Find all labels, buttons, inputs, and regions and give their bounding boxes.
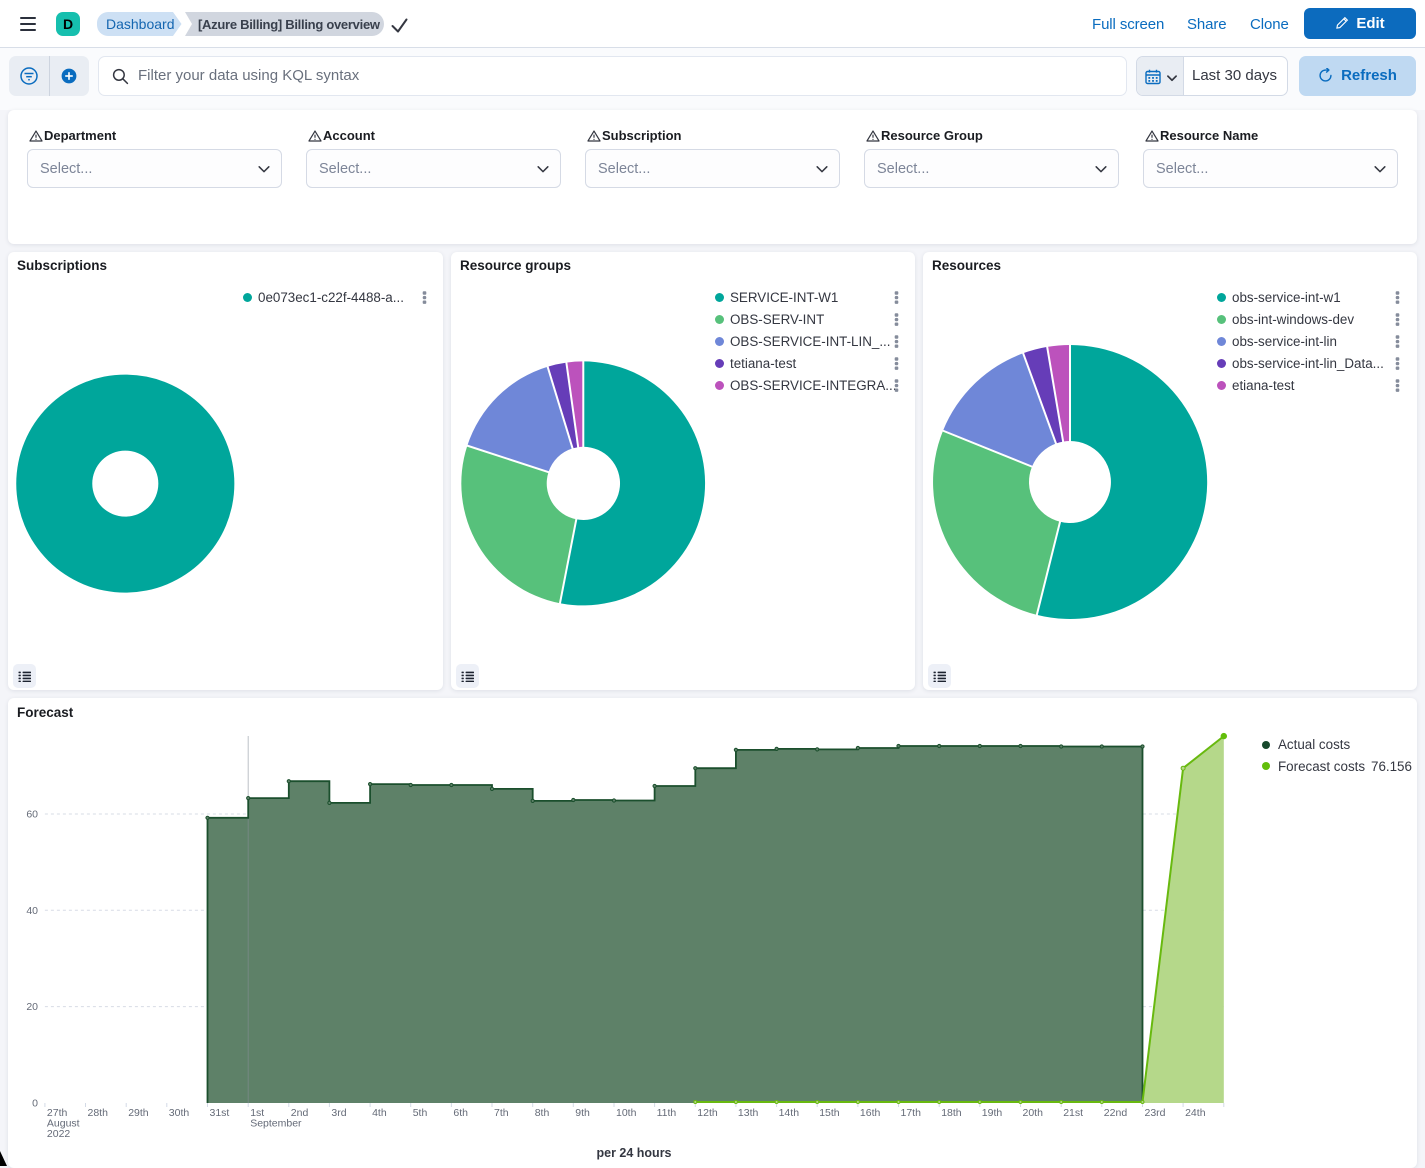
svg-text:40: 40 (26, 905, 38, 917)
svg-text:per 24 hours: per 24 hours (596, 1146, 671, 1160)
svg-text:24th: 24th (1185, 1107, 1206, 1119)
svg-text:30th: 30th (169, 1107, 190, 1119)
svg-text:September: September (250, 1118, 302, 1130)
svg-text:28th: 28th (88, 1107, 109, 1119)
svg-text:22nd: 22nd (1104, 1107, 1128, 1119)
svg-text:6th: 6th (453, 1107, 468, 1119)
svg-text:16th: 16th (860, 1107, 881, 1119)
svg-text:10th: 10th (616, 1107, 637, 1119)
svg-text:[Azure Billing] Billing overvi: [Azure Billing] Billing overview (198, 17, 381, 32)
svg-text:17th: 17th (901, 1107, 922, 1119)
svg-text:5th: 5th (413, 1107, 428, 1119)
svg-text:2022: 2022 (47, 1128, 71, 1140)
svg-text:9th: 9th (575, 1107, 590, 1119)
svg-text:0: 0 (32, 1098, 38, 1110)
svg-text:18th: 18th (941, 1107, 962, 1119)
svg-text:4th: 4th (372, 1107, 387, 1119)
svg-text:60: 60 (26, 809, 38, 821)
svg-text:29th: 29th (128, 1107, 149, 1119)
svg-text:3rd: 3rd (331, 1107, 346, 1119)
svg-text:20: 20 (26, 1001, 38, 1013)
svg-text:14th: 14th (779, 1107, 800, 1119)
svg-text:31st: 31st (210, 1107, 230, 1119)
svg-text:19th: 19th (982, 1107, 1003, 1119)
svg-text:23rd: 23rd (1145, 1107, 1166, 1119)
svg-text:8th: 8th (535, 1107, 550, 1119)
svg-text:7th: 7th (494, 1107, 509, 1119)
svg-text:15th: 15th (819, 1107, 840, 1119)
svg-text:21st: 21st (1063, 1107, 1083, 1119)
svg-text:Dashboard: Dashboard (106, 16, 175, 32)
svg-text:20th: 20th (1023, 1107, 1044, 1119)
svg-text:11th: 11th (657, 1107, 677, 1119)
svg-text:13th: 13th (738, 1107, 759, 1119)
svg-text:12th: 12th (697, 1107, 718, 1119)
